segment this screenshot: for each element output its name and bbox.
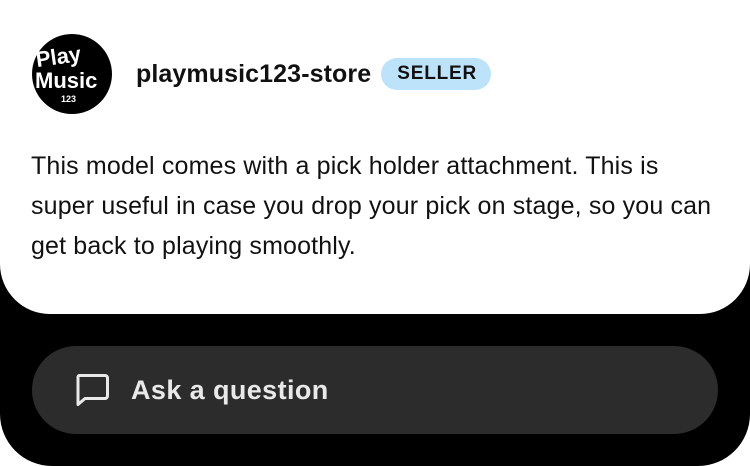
screen: Play Music 123 playmusic123-store SELLER… bbox=[0, 0, 750, 466]
logo-text-123: 123 bbox=[61, 94, 76, 104]
chat-bubble-icon bbox=[76, 374, 109, 406]
seller-logo[interactable]: Play Music 123 bbox=[32, 34, 112, 114]
store-name[interactable]: playmusic123-store bbox=[136, 60, 371, 89]
seller-note-card: Play Music 123 playmusic123-store SELLER… bbox=[0, 0, 750, 314]
ask-question-button[interactable]: Ask a question bbox=[32, 346, 718, 434]
seller-badge: SELLER bbox=[381, 58, 492, 90]
seller-description: This model comes with a pick holder atta… bbox=[31, 152, 712, 260]
logo-text-music: Music bbox=[35, 68, 97, 93]
playmusic-logo-icon: Play Music 123 bbox=[34, 41, 97, 104]
ask-question-label: Ask a question bbox=[131, 374, 329, 405]
seller-header: Play Music 123 playmusic123-store SELLER bbox=[32, 34, 492, 114]
